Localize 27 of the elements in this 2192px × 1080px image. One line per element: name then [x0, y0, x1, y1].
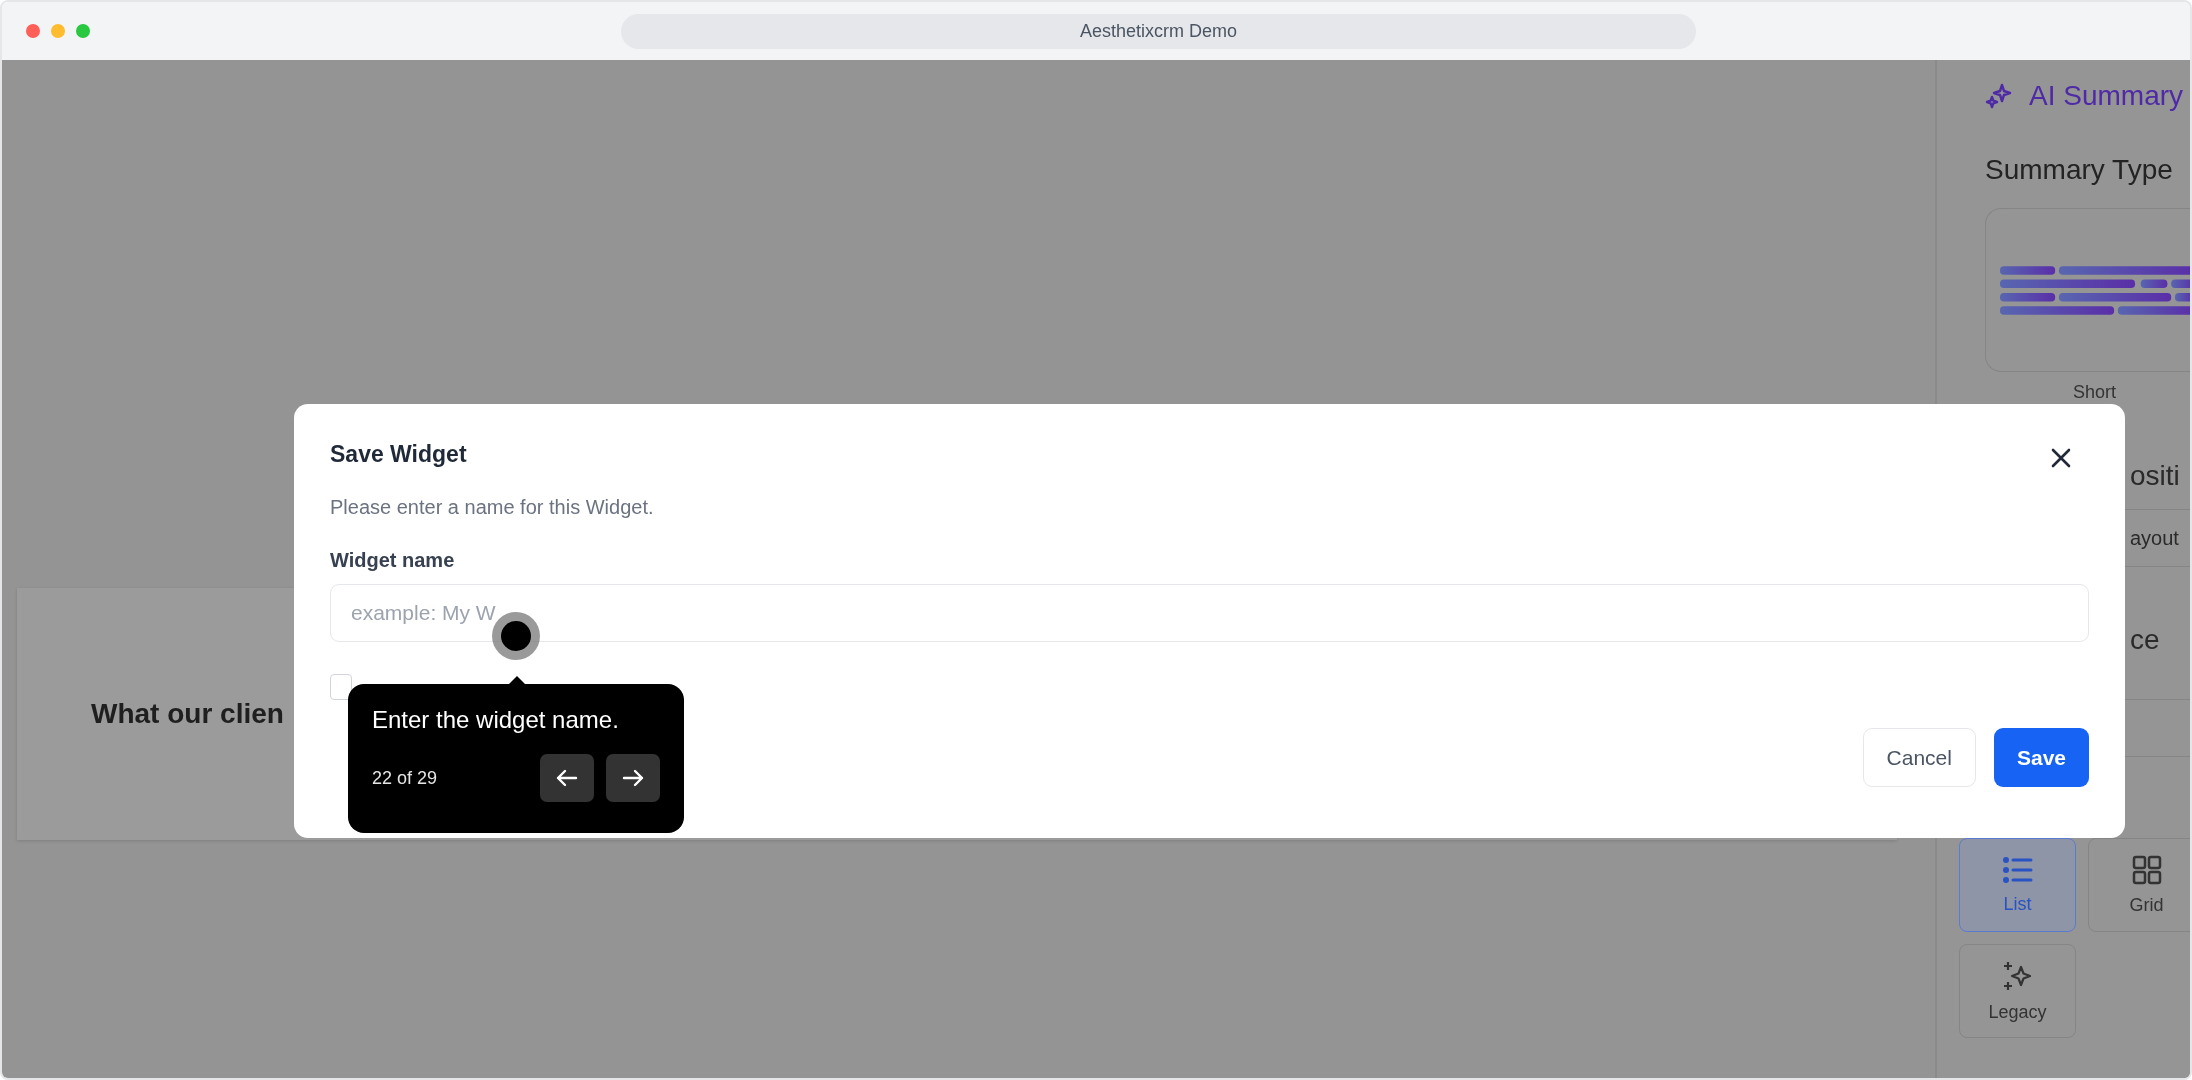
layout-option[interactable]: Grid: [2088, 838, 2190, 932]
section-heading: ositi: [2130, 460, 2180, 492]
tooltip-text: Enter the widget name.: [372, 706, 620, 734]
step-counter: 22 of 29: [372, 767, 438, 789]
address-bar[interactable]: Aesthetixcrm Demo: [621, 13, 1696, 49]
arrow-left-icon: [556, 769, 578, 787]
section-heading: What our clien: [91, 698, 284, 730]
sparkle-icon: [2001, 959, 2034, 992]
section-heading: ce: [2130, 624, 2160, 656]
save-button[interactable]: Save: [1993, 728, 2089, 787]
close-window-light[interactable]: [26, 24, 40, 38]
sparkle-icon: [1985, 82, 2013, 110]
dialog-title: Save Widget: [330, 440, 467, 468]
field-label: Widget name: [330, 549, 456, 572]
option-label: Short: [2073, 382, 2118, 403]
summary-type-option[interactable]: [1985, 208, 2190, 372]
list-icon: [2002, 855, 2033, 884]
section-heading: Summary Type: [1985, 154, 2174, 186]
layout-option[interactable]: Legacy: [1959, 944, 2076, 1038]
arrow-right-icon: [622, 769, 644, 787]
cancel-button[interactable]: Cancel: [1862, 728, 1976, 787]
previous-button[interactable]: [540, 754, 594, 802]
dialog-description: Please enter a name for this Widget.: [330, 496, 655, 519]
grid-icon: [2131, 854, 2162, 885]
widget-name-field[interactable]: example: My W: [330, 584, 2089, 642]
next-button[interactable]: [606, 754, 660, 802]
panel-title: AI Summary: [2029, 80, 2184, 112]
